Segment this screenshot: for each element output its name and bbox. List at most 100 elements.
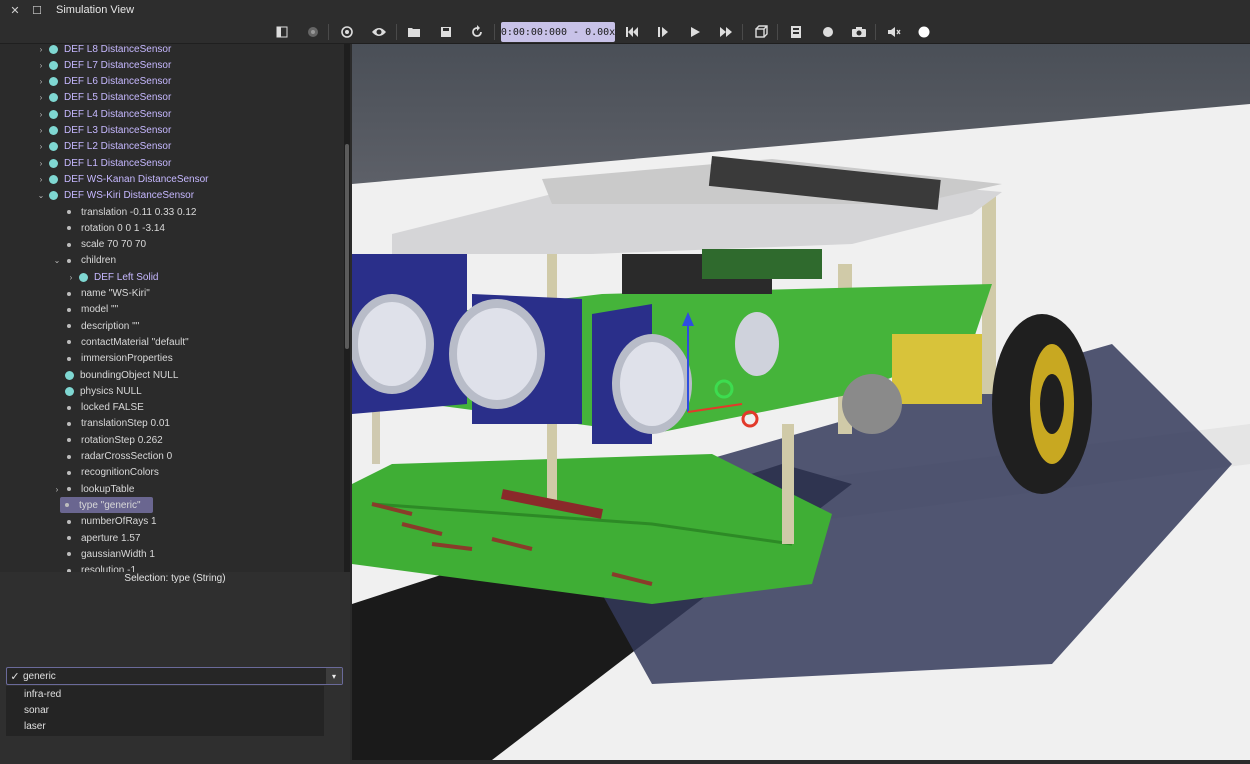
- maximize-icon[interactable]: ☐: [30, 3, 44, 17]
- tree-row[interactable]: › DEF L3 DistanceSensor: [36, 123, 172, 139]
- fast-forward-icon[interactable]: [716, 22, 736, 42]
- tree-row[interactable]: › DEF L4 DistanceSensor: [36, 106, 172, 122]
- chevron-right-icon[interactable]: ›: [36, 142, 46, 151]
- 3d-viewport[interactable]: [352, 44, 1250, 760]
- tree-row[interactable]: › DEF WS-Kanan DistanceSensor: [36, 171, 209, 187]
- chevron-down-icon[interactable]: ⌄: [52, 256, 62, 265]
- step-icon[interactable]: [653, 22, 673, 42]
- tree-row[interactable]: radarCrossSection 0: [52, 449, 172, 465]
- tree-row[interactable]: › DEF L5 DistanceSensor: [36, 90, 172, 106]
- tree-row[interactable]: locked FALSE: [52, 400, 144, 416]
- reload-icon[interactable]: [467, 22, 487, 42]
- field-dot-icon: [67, 307, 71, 312]
- tree-row[interactable]: › DEF L1 DistanceSensor: [36, 155, 172, 171]
- chevron-right-icon[interactable]: ›: [36, 110, 46, 119]
- node-dot-icon: [49, 77, 58, 87]
- tree-row[interactable]: model "": [52, 302, 118, 318]
- option-sonar[interactable]: sonar: [6, 702, 324, 718]
- tree-row[interactable]: description "": [52, 318, 139, 334]
- tree-row-label: rotationStep 0.262: [81, 434, 163, 446]
- tree-row-label: DEF L5 DistanceSensor: [64, 92, 172, 104]
- tree-row[interactable]: boundingObject NULL: [52, 367, 178, 383]
- tree-row[interactable]: numberOfRays 1: [52, 514, 157, 530]
- tree-row[interactable]: › DEF L8 DistanceSensor: [36, 44, 172, 57]
- save-icon[interactable]: [436, 22, 456, 42]
- scene-tree[interactable]: › DEF L8 DistanceSensor › DEF L7 DistanceSe…: [0, 44, 346, 572]
- film-icon[interactable]: [786, 22, 806, 42]
- tree-row[interactable]: ⌄ DEF WS-Kiri DistanceSensor: [36, 188, 194, 204]
- chevron-right-icon[interactable]: ›: [36, 159, 46, 168]
- tree-row[interactable]: › DEF Left Solid: [66, 269, 159, 285]
- selected-value: generic: [23, 670, 56, 682]
- scrollbar-thumb[interactable]: [345, 144, 349, 349]
- mute-icon[interactable]: [884, 22, 904, 42]
- tree-row[interactable]: rotation 0 0 1 -3.14: [52, 220, 165, 236]
- simulation-time: 0:00:00:000 - 0.00x: [501, 22, 615, 42]
- tree-row-selected[interactable]: type "generic": [60, 497, 153, 514]
- node-dot-icon: [49, 44, 58, 54]
- tree-row[interactable]: scale 70 70 70: [52, 237, 146, 253]
- option-laser[interactable]: laser: [6, 718, 324, 734]
- tree-row[interactable]: › DEF L6 DistanceSensor: [36, 74, 172, 90]
- play-icon[interactable]: [685, 22, 705, 42]
- option-infra-red[interactable]: infra-red: [6, 686, 324, 702]
- tree-row[interactable]: physics NULL: [52, 383, 142, 399]
- tree-row[interactable]: translation -0.11 0.33 0.12: [52, 204, 196, 220]
- tree-row-label: DEF L7 DistanceSensor: [64, 59, 172, 71]
- chevron-down-icon[interactable]: ▾: [326, 668, 342, 684]
- field-dot-icon: [67, 210, 71, 214]
- dot-icon[interactable]: [303, 22, 323, 42]
- chevron-right-icon[interactable]: ›: [66, 273, 76, 282]
- skip-back-icon[interactable]: [622, 22, 642, 42]
- chevron-right-icon[interactable]: ›: [36, 77, 46, 86]
- tree-scrollbar[interactable]: [344, 44, 350, 572]
- field-dot-icon: [67, 291, 71, 296]
- tree-row[interactable]: immersionProperties: [52, 351, 173, 367]
- tree-row[interactable]: recognitionColors: [52, 465, 159, 481]
- eye-icon[interactable]: [369, 22, 389, 42]
- tree-row-label: translation -0.11 0.33 0.12: [81, 206, 197, 218]
- close-icon[interactable]: ✕: [8, 3, 22, 17]
- node-dot-icon: [79, 272, 88, 282]
- sync-icon[interactable]: [337, 22, 357, 42]
- field-dot-icon: [67, 487, 71, 492]
- chevron-down-icon[interactable]: ⌄: [36, 191, 46, 200]
- type-select[interactable]: ✓ generic ▾: [6, 667, 343, 685]
- window-title: Simulation View: [56, 4, 135, 16]
- tree-row[interactable]: resolution -1: [52, 563, 136, 572]
- tree-row[interactable]: › DEF L7 DistanceSensor: [36, 57, 172, 73]
- tree-row-label: children: [81, 255, 117, 267]
- tree-row-label: radarCrossSection 0: [81, 451, 173, 462]
- camera-icon[interactable]: [849, 22, 869, 42]
- chevron-right-icon[interactable]: ›: [52, 485, 62, 494]
- chevron-right-icon[interactable]: ›: [36, 126, 46, 135]
- field-dot-icon: [67, 324, 71, 329]
- chevron-right-icon[interactable]: ›: [36, 93, 46, 102]
- tree-row-label: locked FALSE: [81, 402, 144, 414]
- field-dot-icon: [67, 258, 71, 263]
- tree-row[interactable]: contactMaterial "default": [52, 334, 189, 350]
- tree-row-label: DEF L4 DistanceSensor: [64, 108, 172, 120]
- tree-row[interactable]: rotationStep 0.262: [52, 432, 163, 448]
- panel-toggle-icon[interactable]: [272, 22, 292, 42]
- view-cube-icon[interactable]: [751, 22, 771, 42]
- field-dot-icon: [67, 454, 71, 459]
- tree-row[interactable]: translationStep 0.01: [52, 416, 170, 432]
- circle-icon[interactable]: [914, 22, 934, 42]
- chevron-right-icon[interactable]: ›: [36, 175, 46, 184]
- record-icon[interactable]: [818, 22, 838, 42]
- tree-row[interactable]: aperture 1.57: [52, 530, 141, 546]
- tree-row[interactable]: name "WS-Kiri": [52, 286, 150, 302]
- tree-row[interactable]: gaussianWidth 1: [52, 546, 155, 562]
- field-dot-icon: [67, 226, 71, 231]
- chevron-right-icon[interactable]: ›: [36, 61, 46, 70]
- tree-row[interactable]: › lookupTable: [52, 481, 135, 497]
- tree-row-label: name "WS-Kiri": [81, 288, 150, 299]
- chevron-right-icon[interactable]: ›: [36, 45, 46, 54]
- tree-row-label: DEF L1 DistanceSensor: [64, 157, 172, 169]
- tree-row[interactable]: ⌄ children: [52, 253, 116, 269]
- tree-row-label: resolution -1: [81, 565, 137, 572]
- tree-row[interactable]: › DEF L2 DistanceSensor: [36, 139, 172, 155]
- tree-row-label: boundingObject NULL: [80, 369, 179, 381]
- open-folder-icon[interactable]: [404, 22, 424, 42]
